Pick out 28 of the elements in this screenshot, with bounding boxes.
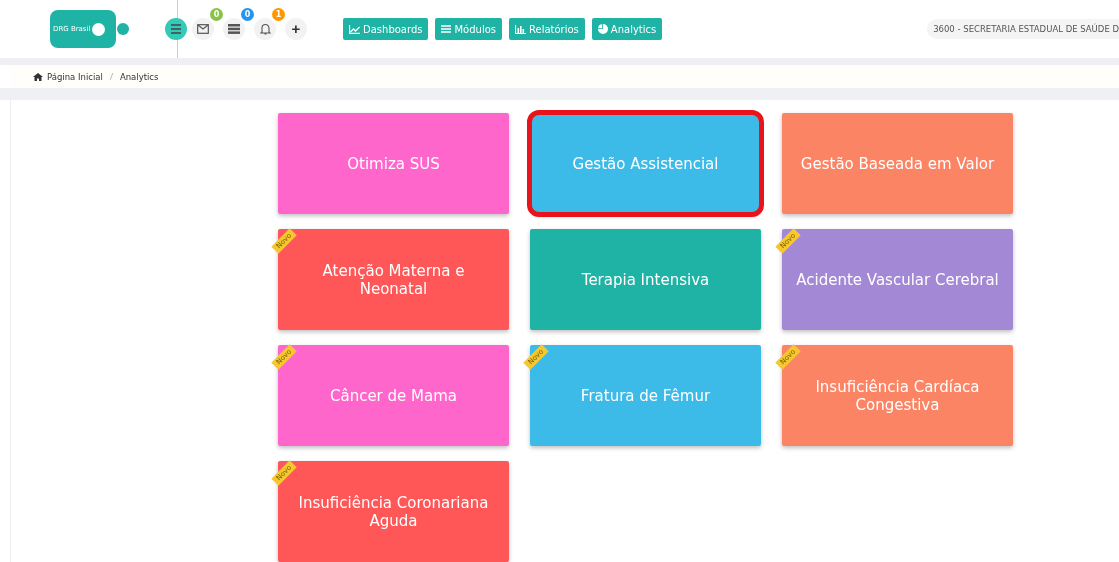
menu-icon — [441, 25, 452, 33]
mail-button[interactable] — [192, 18, 214, 40]
nav-button[interactable]: Analytics — [591, 18, 663, 40]
module-card[interactable]: Otimiza SUS — [278, 113, 509, 214]
envelope-icon — [197, 24, 209, 34]
count-badge: 0 — [210, 8, 223, 21]
nav-button[interactable]: Dashboards — [343, 18, 429, 40]
list-icon — [228, 24, 240, 34]
add-button[interactable]: + — [285, 18, 307, 40]
module-card[interactable]: Gestão Assistencial — [530, 113, 761, 214]
list-button[interactable] — [223, 18, 245, 40]
home-icon — [33, 72, 43, 81]
breadcrumb-link[interactable]: Analytics — [119, 71, 159, 82]
module-card[interactable]: Terapia Intensiva — [530, 229, 761, 330]
bell-icon — [259, 23, 271, 35]
pie-chart-icon — [597, 24, 608, 34]
count-badge: 0 — [241, 8, 254, 21]
bar-chart-icon — [515, 24, 526, 34]
organization-selector[interactable]: 3600 - SECRETARIA ESTADUAL DE SAÚDE D — [927, 19, 1119, 39]
count-badge: 1 — [272, 8, 285, 21]
menu-button[interactable] — [165, 18, 187, 40]
module-card[interactable]: Gestão Baseada em Valor — [782, 113, 1013, 214]
line-chart-icon — [349, 24, 360, 34]
menu-icon — [170, 24, 182, 34]
nav-button[interactable]: Relatórios — [509, 18, 585, 40]
breadcrumb-link[interactable]: Página Inicial — [47, 71, 103, 82]
notification-button[interactable] — [254, 18, 276, 40]
nav-button[interactable]: Módulos — [435, 18, 502, 40]
